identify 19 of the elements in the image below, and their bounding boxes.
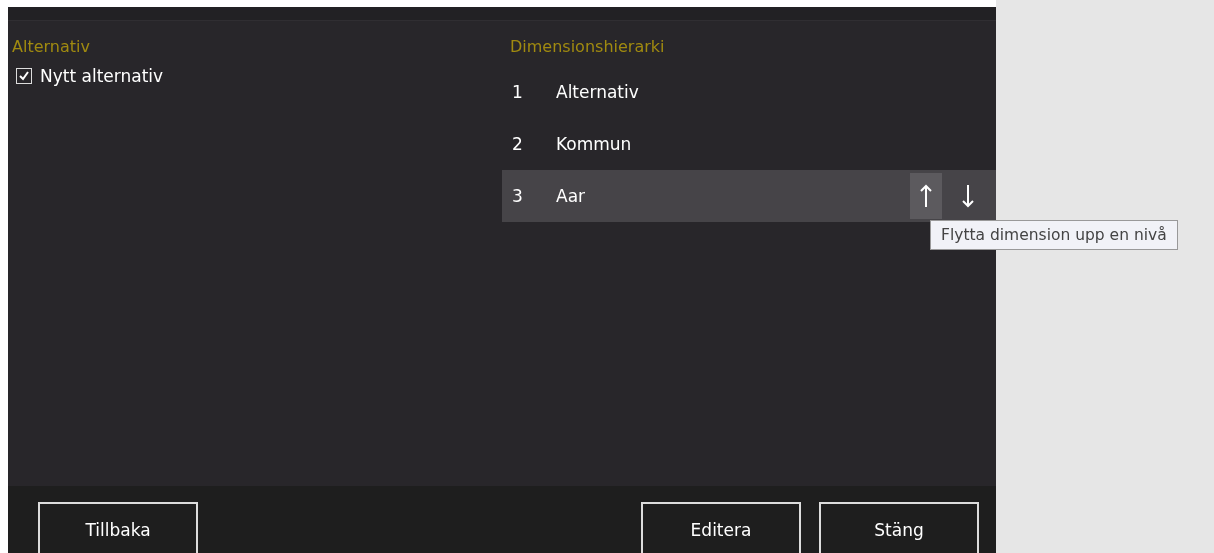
checkbox[interactable]	[16, 68, 32, 84]
hierarchy-row[interactable]: 1 Alternativ	[502, 66, 996, 118]
down-arrow-icon	[962, 184, 974, 208]
option-label: Nytt alternativ	[40, 66, 164, 86]
move-up-button[interactable]	[910, 173, 942, 219]
level-number: 2	[511, 134, 524, 154]
up-arrow-icon	[920, 184, 932, 208]
dimension-name: Aar	[556, 186, 587, 206]
hierarchy-row[interactable]: 2 Kommun	[502, 118, 996, 170]
level-number: 1	[511, 82, 524, 102]
back-button[interactable]: Tillbaka	[38, 502, 198, 553]
level-number: 3	[511, 186, 524, 206]
tooltip: Flytta dimension upp en nivå	[930, 220, 1178, 250]
section-heading: Dimensionshierarki	[510, 37, 666, 56]
dimension-name: Alternativ	[556, 82, 640, 102]
edit-button[interactable]: Editera	[641, 502, 801, 553]
dimension-name: Kommun	[556, 134, 633, 154]
section-heading: Alternativ	[12, 37, 91, 56]
close-button[interactable]: Stäng	[819, 502, 979, 553]
